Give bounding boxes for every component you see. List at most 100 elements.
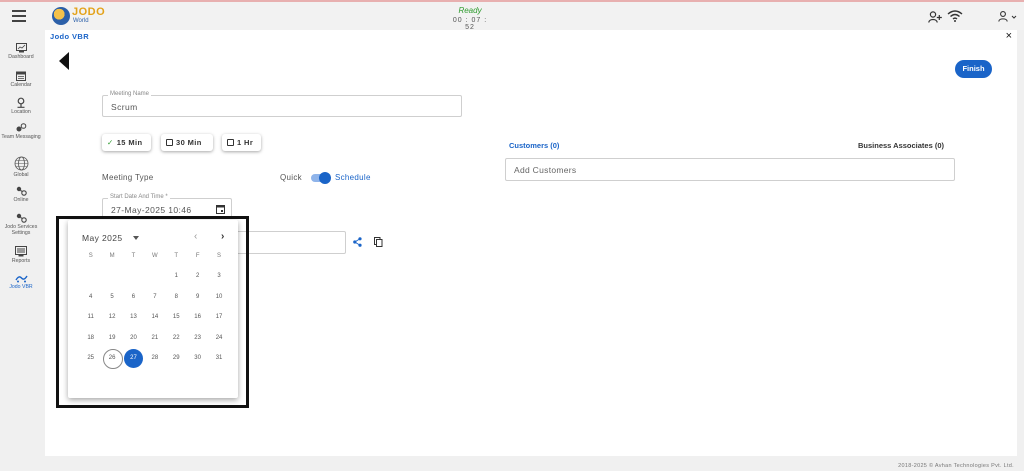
sidebar-item-dashboard[interactable]: Dashboard [0, 43, 42, 60]
calendar-day[interactable]: 12 [101, 307, 122, 327]
calendar-day[interactable]: 10 [208, 287, 229, 307]
duration-15-min-button[interactable]: ✓ 15 Min [102, 134, 151, 151]
user-menu-icon[interactable] [998, 11, 1018, 22]
duration-1-hr-button[interactable]: 1 Hr [222, 134, 261, 151]
session-timer: 00 : 07 : 52 [452, 17, 488, 31]
day-number: 22 [172, 334, 180, 341]
back-arrow-icon[interactable] [59, 52, 69, 70]
previous-month-icon[interactable]: ‹ [194, 231, 197, 242]
day-number: 11 [87, 314, 94, 321]
calendar-day[interactable]: 8 [166, 287, 187, 307]
duration-label: 1 Hr [237, 138, 254, 147]
checkbox-icon [166, 139, 173, 146]
calendar-day[interactable]: 9 [187, 287, 208, 307]
day-number: 14 [151, 314, 159, 321]
calendar-day[interactable]: 29 [166, 348, 187, 368]
calendar-day[interactable]: 17 [208, 307, 229, 327]
calendar-day[interactable]: 14 [144, 307, 165, 327]
duration-30-min-button[interactable]: 30 Min [161, 134, 213, 151]
sidebar-item-team-messaging[interactable]: Team Messaging [0, 123, 42, 140]
calendar-day[interactable]: 1 [166, 266, 187, 286]
day-number: 26 [108, 354, 116, 361]
calendar-day[interactable]: 18 [80, 328, 101, 348]
calendar-picker-icon[interactable] [216, 204, 225, 214]
calendar-week-row: 4 5 6 7 8 9 10 [80, 287, 230, 307]
calendar-day[interactable]: 3 [208, 266, 229, 286]
calendar-day[interactable]: 2 [187, 266, 208, 286]
meeting-type-toggle[interactable] [311, 172, 331, 184]
weekday-header: SMTWTFS [80, 246, 230, 266]
day-number: 9 [195, 293, 200, 300]
next-month-icon[interactable]: › [221, 231, 224, 242]
calendar-day[interactable]: 20 [123, 328, 144, 348]
sidebar-item-location[interactable]: Location [0, 97, 42, 115]
services-settings-icon [16, 213, 27, 223]
weekday-label: M [109, 253, 115, 259]
status-text: Ready [458, 6, 482, 15]
meeting-type-label: Meeting Type [102, 173, 154, 182]
close-icon[interactable]: × [1006, 30, 1012, 42]
day-number: 18 [87, 334, 95, 341]
sidebar-item-label: Team Messaging [1, 134, 41, 140]
share-icon[interactable] [353, 237, 362, 247]
calendar-empty-cell [123, 266, 144, 286]
meeting-name-field[interactable]: Meeting Name Scrum [102, 91, 462, 117]
add-user-icon[interactable] [928, 11, 942, 23]
calendar-day[interactable]: 30 [187, 348, 208, 368]
calendar-day[interactable]: 23 [187, 328, 208, 348]
sidebar-item-calendar[interactable]: Calendar [0, 71, 42, 88]
calendar-day[interactable]: 11 [80, 307, 101, 327]
day-number: 24 [215, 334, 223, 341]
sidebar-item-label: Location [11, 109, 31, 115]
calendar-day[interactable]: 15 [166, 307, 187, 327]
duration-label: 30 Min [176, 138, 202, 147]
day-number: 16 [194, 314, 201, 321]
vbr-icon [14, 275, 28, 283]
checkbox-icon [227, 139, 234, 146]
calendar-day[interactable]: 28 [144, 348, 165, 368]
sidebar-item-jodo-vbr[interactable]: Jodo VBR [0, 274, 42, 290]
sidebar-item-reports[interactable]: Reports [0, 246, 42, 264]
menu-icon[interactable] [12, 10, 26, 22]
sidebar-item-label: Reports [11, 258, 31, 264]
calendar-day[interactable]: 22 [166, 328, 187, 348]
calendar-day[interactable]: 19 [101, 328, 122, 348]
finish-button[interactable]: Finish [955, 60, 992, 78]
add-customers-input[interactable]: Add Customers [505, 158, 955, 181]
calendar-day[interactable]: 26 [101, 348, 124, 370]
online-icon [16, 186, 27, 196]
sidebar-item-services-settings[interactable]: Jodo Services Settings [0, 213, 42, 236]
sidebar-item-online[interactable]: Online [0, 186, 42, 203]
weekday-label: S [217, 253, 222, 259]
start-date-value: 27-May-2025 10:46 [111, 205, 192, 215]
sidebar-item-label: Jodo Services Settings [4, 224, 38, 236]
calendar-day[interactable]: 13 [123, 307, 144, 327]
day-number: 25 [87, 354, 95, 361]
day-number: 21 [151, 334, 159, 341]
calendar-day[interactable]: 21 [144, 328, 165, 348]
calendar-day[interactable]: 31 [208, 348, 229, 368]
calendar-week-row: 11 12 13 14 15 16 17 [80, 307, 230, 327]
calendar-day[interactable]: 16 [187, 307, 208, 327]
sidebar-item-global[interactable]: Global [0, 156, 42, 178]
meeting-link-field[interactable] [235, 231, 346, 254]
status-area: Ready 00 : 07 : 52 [448, 6, 492, 31]
tab-business-associates[interactable]: Business Associates (0) [858, 141, 944, 150]
calendar-icon [16, 71, 26, 81]
sidebar: Dashboard Calendar Location Team Messagi… [0, 30, 42, 471]
start-date-field[interactable]: Start Date And Time * 27-May-2025 10:46 [102, 194, 232, 218]
month-year-selector[interactable]: May 2025 [82, 233, 123, 243]
copy-icon[interactable] [374, 237, 383, 247]
day-number: 1 [174, 273, 178, 280]
calendar-day[interactable]: 5 [101, 287, 122, 307]
calendar-day[interactable]: 24 [208, 328, 229, 348]
tab-customers[interactable]: Customers (0) [509, 141, 559, 150]
calendar-day[interactable]: 7 [144, 287, 165, 307]
calendar-day[interactable]: 4 [80, 287, 101, 307]
calendar-day[interactable]: 6 [123, 287, 144, 307]
globe-logo-icon [52, 7, 70, 25]
chevron-down-icon[interactable] [133, 236, 139, 240]
day-number: 30 [194, 354, 201, 361]
calendar-day[interactable]: 27 [123, 348, 144, 369]
calendar-day[interactable]: 25 [80, 348, 101, 368]
